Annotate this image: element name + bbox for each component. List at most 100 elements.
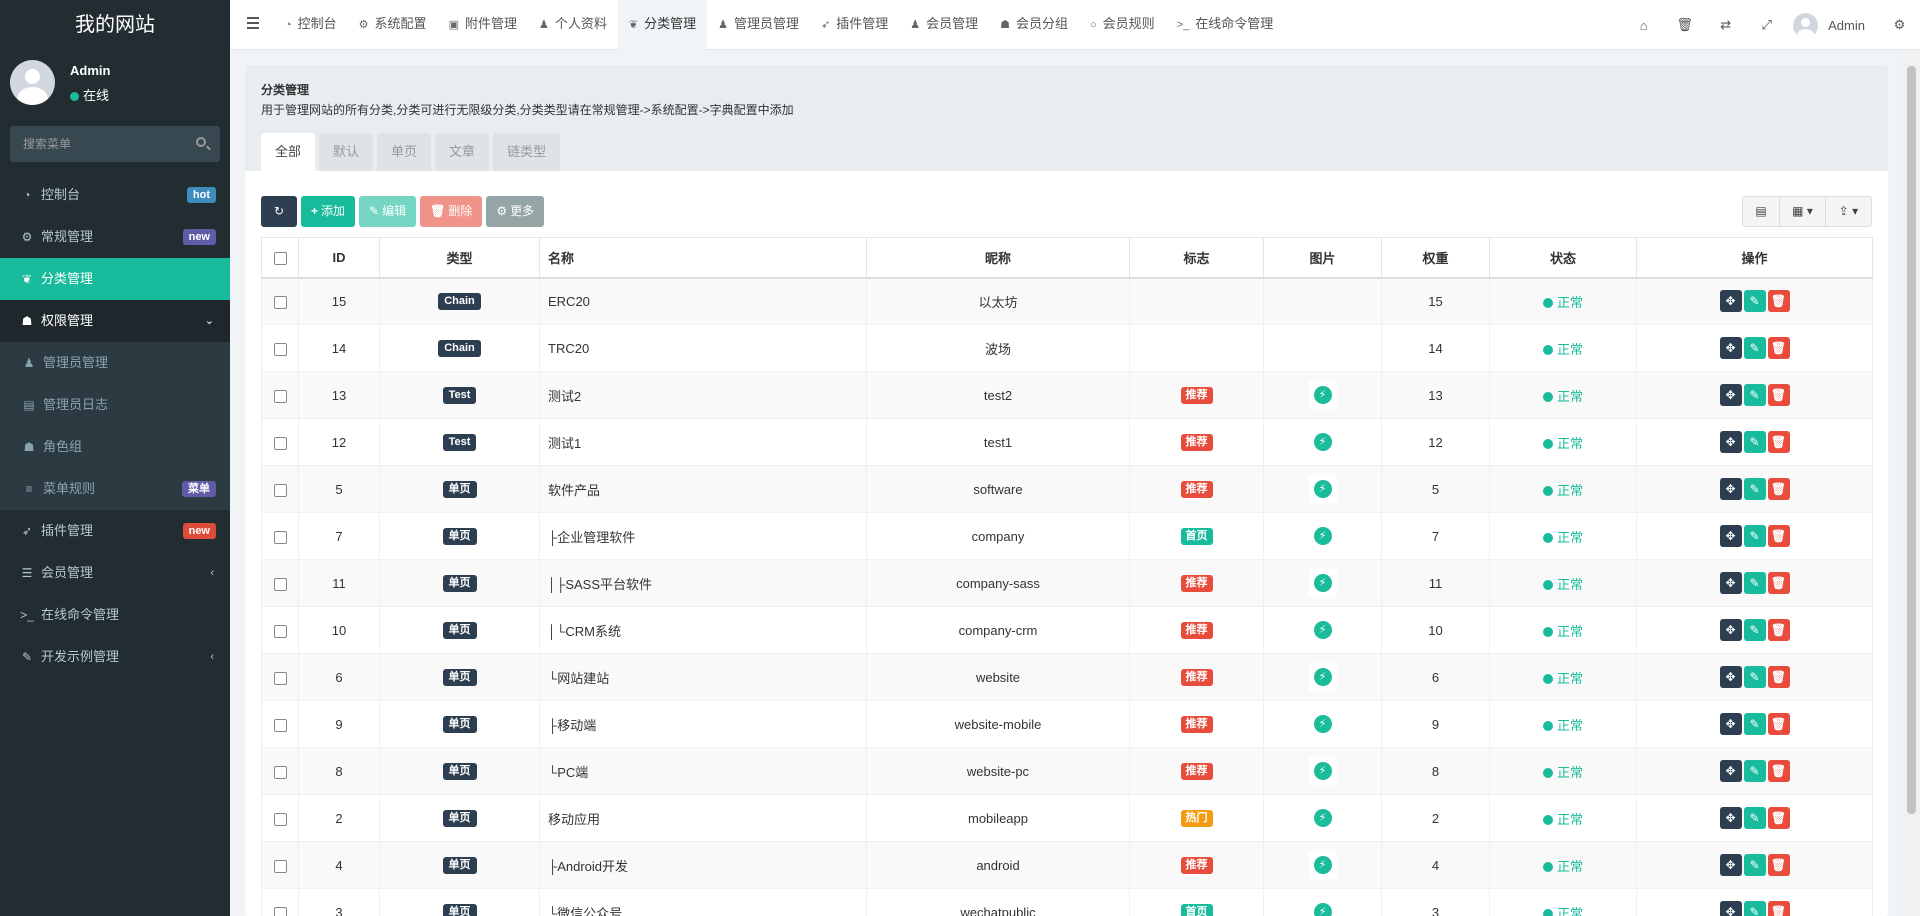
delete-trash-icon[interactable]: 🗑 — [1767, 666, 1790, 688]
edit-pencil-icon[interactable]: ✎ — [1743, 337, 1766, 359]
row-checkbox[interactable] — [273, 342, 287, 356]
filter-tab[interactable]: 单页 — [377, 133, 432, 171]
edit-pencil-icon[interactable]: ✎ — [1743, 525, 1766, 547]
scrollbar-thumb[interactable] — [1907, 66, 1916, 814]
sidebar-item[interactable]: ♟ 管理员管理 — [0, 342, 230, 384]
drag-move-icon[interactable]: ✥ — [1719, 384, 1742, 406]
row-checkbox[interactable] — [273, 389, 287, 403]
delete-trash-icon[interactable]: 🗑 — [1767, 337, 1790, 359]
sidebar-item[interactable]: ☗ 角色组 — [0, 426, 230, 468]
sidebar-item[interactable]: >_ 在线命令管理 — [0, 594, 230, 636]
delete-trash-icon[interactable]: 🗑 — [1767, 572, 1790, 594]
nav-tab[interactable]: ⚙ 系统配置 — [348, 0, 438, 50]
nav-tab[interactable]: ▣ 附件管理 — [438, 0, 528, 50]
trash-icon[interactable]: 🗑 — [1664, 17, 1705, 33]
row-checkbox[interactable] — [273, 624, 287, 638]
drag-move-icon[interactable]: ✥ — [1719, 666, 1742, 688]
edit-pencil-icon[interactable]: ✎ — [1743, 807, 1766, 829]
edit-pencil-icon[interactable]: ✎ — [1743, 619, 1766, 641]
edit-pencil-icon[interactable]: ✎ — [1743, 901, 1766, 916]
drag-move-icon[interactable]: ✥ — [1719, 572, 1742, 594]
sidebar-item[interactable]: ▤ 管理员日志 — [0, 384, 230, 426]
filter-tab[interactable]: 全部 — [261, 133, 316, 171]
thumbnail-bolt-icon[interactable] — [1308, 663, 1337, 691]
delete-trash-icon[interactable]: 🗑 — [1767, 478, 1790, 500]
drag-move-icon[interactable]: ✥ — [1719, 290, 1742, 313]
home-icon[interactable]: ⌂ — [1623, 18, 1664, 33]
delete-trash-icon[interactable]: 🗑 — [1767, 854, 1790, 876]
row-checkbox[interactable] — [273, 812, 287, 826]
row-checkbox[interactable] — [273, 295, 287, 309]
thumbnail-bolt-icon[interactable] — [1308, 757, 1337, 785]
search-icon[interactable] — [196, 137, 206, 147]
edit-pencil-icon[interactable]: ✎ — [1743, 713, 1766, 735]
thumbnail-bolt-icon[interactable] — [1308, 710, 1337, 738]
delete-trash-icon[interactable]: 🗑 — [1767, 525, 1790, 547]
select-all-checkbox[interactable] — [273, 251, 287, 265]
delete-trash-icon[interactable]: 🗑 — [1767, 384, 1790, 406]
add-button[interactable]: + 添加 — [301, 196, 356, 227]
column-header[interactable]: ID — [298, 237, 380, 279]
edit-button[interactable]: ✎ 编辑 — [359, 196, 417, 227]
delete-button[interactable]: 🗑 删除 — [420, 196, 483, 227]
column-header[interactable]: 状态 — [1489, 237, 1637, 279]
delete-trash-icon[interactable]: 🗑 — [1767, 807, 1790, 829]
column-header[interactable]: 操作 — [1636, 237, 1873, 279]
drag-move-icon[interactable]: ✥ — [1719, 337, 1742, 359]
edit-pencil-icon[interactable]: ✎ — [1743, 854, 1766, 876]
page-scrollbar[interactable] — [1903, 50, 1920, 916]
row-checkbox[interactable] — [273, 577, 287, 591]
thumbnail-bolt-icon[interactable] — [1308, 381, 1337, 409]
column-header[interactable]: 名称 — [539, 237, 867, 279]
drag-move-icon[interactable]: ✥ — [1719, 478, 1742, 500]
nav-tab[interactable]: ➶ 插件管理 — [810, 0, 899, 50]
settings-gear-icon[interactable]: ⚙ — [1879, 17, 1920, 33]
nav-tab[interactable]: ○ 会员规则 — [1079, 0, 1166, 50]
drag-move-icon[interactable]: ✥ — [1719, 525, 1742, 547]
nav-tab[interactable]: ❦ 分类管理 — [617, 0, 708, 50]
column-header[interactable]: 昵称 — [866, 237, 1130, 279]
thumbnail-bolt-icon[interactable] — [1308, 475, 1337, 503]
delete-trash-icon[interactable]: 🗑 — [1767, 619, 1790, 641]
row-checkbox[interactable] — [273, 906, 287, 916]
drag-move-icon[interactable]: ✥ — [1719, 713, 1742, 735]
column-header[interactable]: 图片 — [1263, 237, 1382, 279]
row-checkbox[interactable] — [273, 671, 287, 685]
filter-tab[interactable]: 链类型 — [493, 133, 561, 171]
filter-tab[interactable]: 默认 — [319, 133, 374, 171]
sidebar-item[interactable]: ⚙ 常规管理 new — [0, 216, 230, 258]
nav-tab[interactable]: ♟ 管理员管理 — [707, 0, 810, 50]
column-header[interactable]: 类型 — [379, 237, 540, 279]
thumbnail-bolt-icon[interactable] — [1308, 804, 1337, 832]
thumbnail-bolt-icon[interactable] — [1308, 898, 1337, 916]
drag-move-icon[interactable]: ✥ — [1719, 619, 1742, 641]
thumbnail-bolt-icon[interactable] — [1308, 851, 1337, 879]
edit-pencil-icon[interactable]: ✎ — [1743, 431, 1766, 453]
edit-pencil-icon[interactable]: ✎ — [1743, 572, 1766, 594]
filter-tab[interactable]: 文章 — [435, 133, 490, 171]
thumbnail-bolt-icon[interactable] — [1308, 428, 1337, 456]
row-checkbox[interactable] — [273, 718, 287, 732]
search-input[interactable] — [10, 126, 220, 162]
nav-tab[interactable]: ♟ 个人资料 — [528, 0, 618, 50]
drag-move-icon[interactable]: ✥ — [1719, 431, 1742, 453]
site-logo[interactable]: 我的网站 — [0, 0, 230, 50]
row-checkbox[interactable] — [273, 436, 287, 450]
row-checkbox[interactable] — [273, 859, 287, 873]
delete-trash-icon[interactable]: 🗑 — [1767, 760, 1790, 782]
nav-tab[interactable]: ♟ 会员管理 — [899, 0, 989, 50]
edit-pencil-icon[interactable]: ✎ — [1743, 666, 1766, 688]
delete-trash-icon[interactable]: 🗑 — [1767, 290, 1790, 313]
toggle-view-button[interactable]: ▤ — [1742, 196, 1780, 227]
drag-move-icon[interactable]: ✥ — [1719, 760, 1742, 782]
sidebar-item[interactable]: ≡ 菜单规则 菜单 — [0, 468, 230, 510]
sidebar-item[interactable]: ☰ 会员管理 ‹ — [0, 552, 230, 594]
translate-icon[interactable]: ⇄ — [1705, 17, 1746, 33]
export-dropdown[interactable]: ⇪ ▾ — [1826, 196, 1872, 227]
delete-trash-icon[interactable]: 🗑 — [1767, 431, 1790, 453]
sidebar-item[interactable]: ◔ 控制台 hot — [0, 174, 230, 216]
sidebar-item[interactable]: ✎ 开发示例管理 ‹ — [0, 636, 230, 678]
thumbnail-bolt-icon[interactable] — [1308, 522, 1337, 550]
fullscreen-icon[interactable]: ⤢ — [1746, 17, 1787, 33]
top-user-menu[interactable]: Admin — [1787, 12, 1879, 38]
